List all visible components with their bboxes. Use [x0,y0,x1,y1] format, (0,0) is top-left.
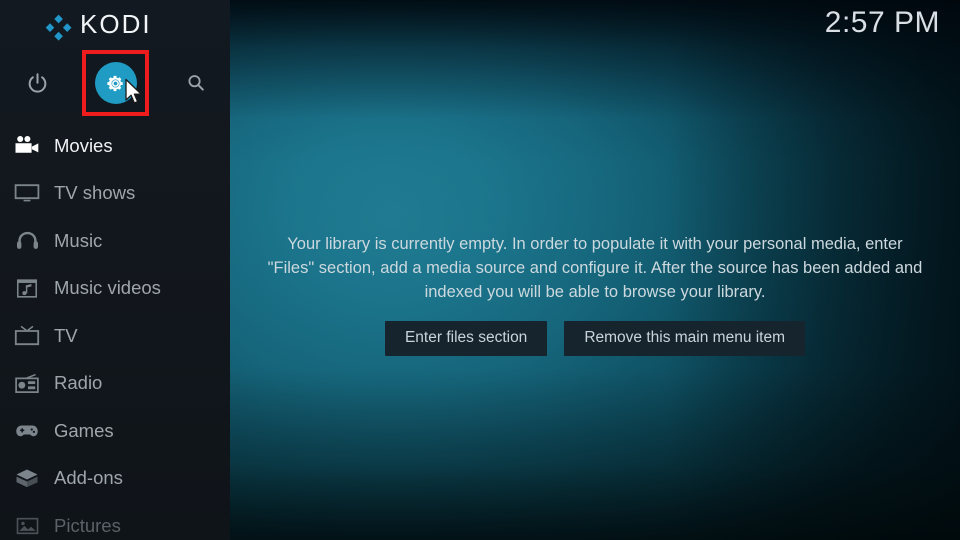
empty-library-actions: Enter files section Remove this main men… [250,321,940,356]
kodi-logo-icon [44,13,74,41]
top-icon-bar [0,50,230,116]
headphones-icon [12,228,42,254]
sidebar: KODI Movies TV shows Music Music videos … [0,0,230,540]
sidebar-item-label: Radio [54,372,103,394]
sidebar-item-radio[interactable]: Radio [0,360,230,408]
music-film-icon [12,275,42,301]
television-icon [12,323,42,349]
empty-library-message: Your library is currently empty. In orde… [267,235,923,301]
sidebar-item-label: Movies [54,134,113,156]
movie-camera-icon [12,133,42,159]
kodi-home-screen: 2:57 PM Your library is currently empty.… [0,0,960,540]
sidebar-item-pictures[interactable]: Pictures [0,502,230,540]
sidebar-item-label: Add-ons [54,467,123,489]
power-icon [28,72,46,93]
gamepad-icon [12,418,42,444]
sidebar-item-label: TV [54,324,78,346]
sidebar-item-add-ons[interactable]: Add-ons [0,455,230,503]
sidebar-item-label: Music videos [54,277,161,299]
sidebar-item-movies[interactable]: Movies [0,122,230,170]
sidebar-item-label: Games [54,419,114,441]
app-logo: KODI [0,9,230,46]
enter-files-section-button[interactable]: Enter files section [384,321,548,356]
search-button[interactable] [177,64,215,102]
remove-main-menu-item-button[interactable]: Remove this main menu item [564,321,806,356]
clock: 2:57 PM [824,6,940,39]
search-icon [188,75,204,91]
sidebar-item-label: Music [54,229,103,251]
empty-library-panel: Your library is currently empty. In orde… [250,232,940,356]
sidebar-item-tv-shows[interactable]: TV shows [0,170,230,218]
power-button[interactable] [20,64,54,102]
main-menu: Movies TV shows Music Music videos TV Ra… [0,122,230,540]
picture-icon [12,513,42,539]
radio-icon [12,370,42,396]
settings-button[interactable] [82,50,149,116]
settings-circle [94,62,137,104]
sidebar-item-label: Pictures [54,514,121,536]
sidebar-item-label: TV shows [54,182,136,204]
gear-icon [107,75,123,91]
sidebar-item-tv[interactable]: TV [0,312,230,360]
tv-monitor-icon [12,180,42,206]
sidebar-item-music[interactable]: Music [0,217,230,265]
app-name: KODI [80,9,152,39]
addon-box-icon [12,465,42,491]
sidebar-item-games[interactable]: Games [0,407,230,455]
sidebar-item-music-videos[interactable]: Music videos [0,265,230,313]
